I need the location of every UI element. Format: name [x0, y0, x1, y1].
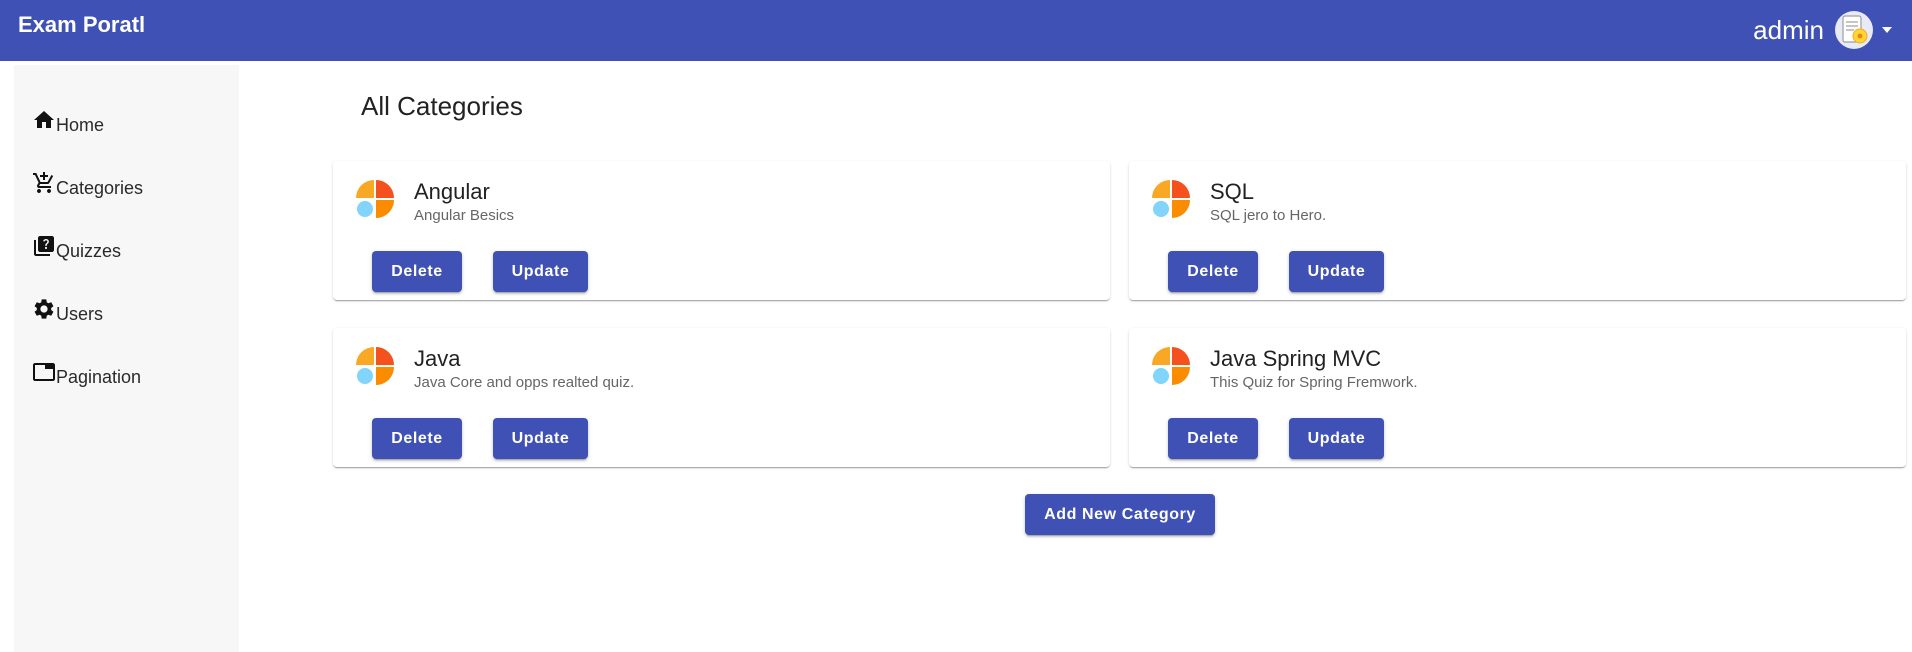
gear-icon — [34, 299, 54, 319]
delete-button[interactable]: Delete — [1168, 251, 1258, 292]
update-button[interactable]: Update — [493, 418, 588, 459]
category-description: Angular Besics — [414, 207, 515, 224]
page-title: All Categories — [361, 91, 523, 121]
delete-button[interactable]: Delete — [372, 251, 462, 292]
sidebar-item-label: Categories — [56, 178, 144, 198]
sidebar-item-pagination[interactable]: Pagination — [32, 360, 141, 388]
app-title[interactable]: Exam Poratl — [18, 12, 145, 38]
sidebar-item-users[interactable]: Users — [32, 297, 103, 325]
category-card: Java Spring MVC This Quiz for Spring Fre… — [1129, 328, 1906, 467]
update-button[interactable]: Update — [493, 251, 588, 292]
category-title: Java — [414, 346, 461, 371]
top-toolbar: Exam Poratl admin — [0, 0, 1912, 61]
update-button[interactable]: Update — [1289, 251, 1384, 292]
sidebar-item-label: Home — [56, 115, 105, 135]
sidebar-item-label: Quizzes — [56, 241, 122, 261]
category-description: SQL jero to Hero. — [1210, 207, 1327, 224]
user-avatar-icon[interactable] — [1834, 10, 1874, 50]
username[interactable]: admin — [1753, 15, 1824, 46]
category-icon — [356, 347, 394, 385]
home-icon — [34, 111, 54, 128]
category-title: Java Spring MVC — [1210, 346, 1382, 371]
category-title: Angular — [414, 179, 490, 204]
category-card: Angular Angular Besics Delete Update — [333, 161, 1110, 300]
add-shopping-cart-icon — [33, 172, 54, 193]
sidebar-item-home[interactable]: Home — [32, 108, 104, 136]
update-button[interactable]: Update — [1289, 418, 1384, 459]
sidebar-item-quizzes[interactable]: Quizzes — [32, 234, 121, 262]
add-new-category-button[interactable]: Add New Category — [1025, 494, 1215, 535]
category-icon — [356, 180, 394, 218]
caret-down-icon[interactable] — [1882, 27, 1892, 33]
category-description: This Quiz for Spring Fremwork. — [1210, 374, 1418, 391]
category-icon — [1152, 180, 1190, 218]
sidebar-item-categories[interactable]: Categories — [32, 171, 143, 199]
category-card: SQL SQL jero to Hero. Delete Update — [1129, 161, 1906, 300]
delete-button[interactable]: Delete — [1168, 418, 1258, 459]
quiz-icon — [34, 236, 54, 256]
delete-button[interactable]: Delete — [372, 418, 462, 459]
category-icon — [1152, 347, 1190, 385]
category-description: Java Core and opps realted quiz. — [414, 374, 635, 391]
sidebar-item-label: Pagination — [56, 367, 142, 387]
sidebar-item-label: Users — [56, 304, 104, 324]
tab-icon — [33, 363, 55, 381]
user-menu[interactable]: admin — [1753, 8, 1892, 52]
sidebar: Home Categories Quizzes Users Pagination — [14, 65, 239, 652]
category-card: Java Java Core and opps realted quiz. De… — [333, 328, 1110, 467]
category-title: SQL — [1210, 179, 1255, 204]
